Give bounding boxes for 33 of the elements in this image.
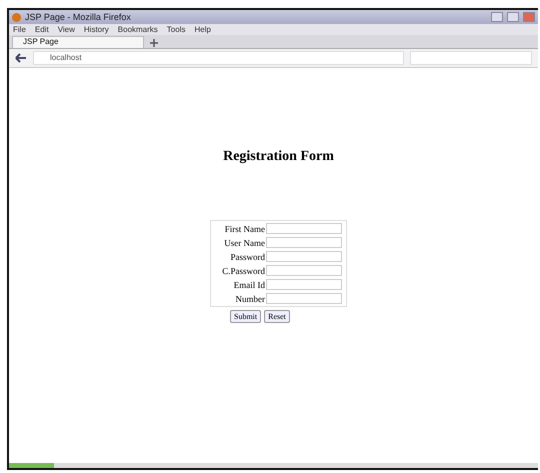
input-field[interactable]	[266, 251, 342, 262]
form-button[interactable]: Reset	[264, 310, 290, 323]
menu-item[interactable]: Help	[194, 25, 211, 34]
input-field[interactable]	[266, 293, 342, 304]
maximize-button[interactable]	[507, 12, 519, 22]
field-label: C.Password	[221, 266, 265, 276]
close-button[interactable]	[523, 12, 535, 22]
field-label: Email Id	[232, 280, 265, 290]
menu-item[interactable]: View	[58, 25, 75, 34]
field-label: Password	[229, 252, 265, 262]
search-field[interactable]	[410, 51, 532, 65]
menu-item[interactable]: History	[84, 25, 109, 34]
window-title: JSP Page - Mozilla Firefox	[25, 12, 131, 22]
back-arrow-icon[interactable]	[15, 52, 27, 64]
input-field[interactable]	[266, 223, 342, 234]
input-field[interactable]	[266, 237, 342, 248]
minimize-button[interactable]	[491, 12, 503, 22]
field-label: Number	[234, 294, 265, 304]
menu-item[interactable]: File	[13, 25, 26, 34]
field-label: User Name	[223, 238, 265, 248]
browser-icon	[12, 12, 21, 22]
menu-item[interactable]: Edit	[34, 25, 49, 34]
input-field[interactable]	[266, 265, 342, 276]
form-button[interactable]: Submit	[230, 310, 262, 323]
plus-icon	[150, 38, 158, 46]
address-bar[interactable]: localhost	[33, 51, 404, 65]
form-heading: Registration Form	[223, 149, 334, 165]
input-field[interactable]	[266, 279, 342, 290]
new-tab-button[interactable]	[147, 37, 161, 48]
menu-item[interactable]: Bookmarks	[118, 25, 158, 34]
menu-item[interactable]: Tools	[166, 25, 186, 34]
browser-tab[interactable]: JSP Page	[12, 36, 144, 48]
field-label: First Name	[224, 224, 265, 234]
